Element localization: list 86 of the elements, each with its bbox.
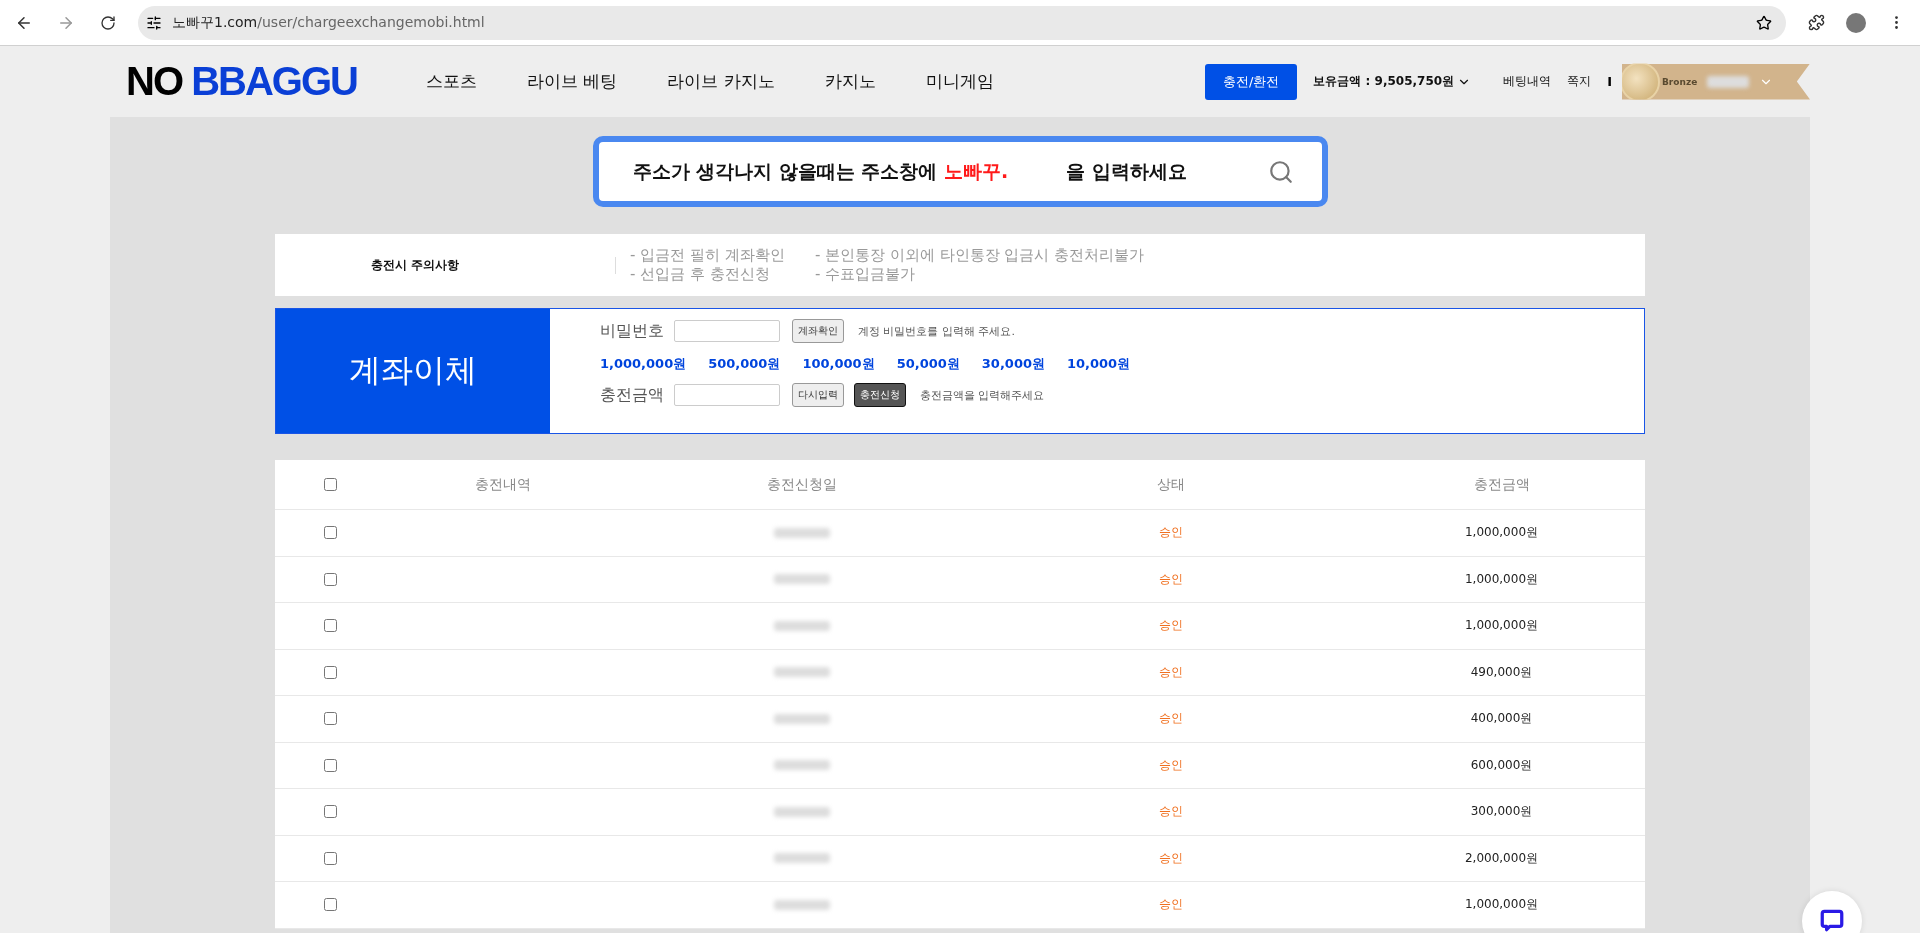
- amount-option[interactable]: 500,000원: [708, 355, 781, 373]
- notice-item: - 본인통장 이외에 타인통장 입금시 충전처리불가: [815, 246, 1145, 265]
- banner-text: 주소가 생각나지 않을때는 주소창에 노빠꾸. 을 입력하세요: [632, 158, 1187, 184]
- profile-avatar[interactable]: [1846, 12, 1866, 33]
- chat-button[interactable]: [1802, 891, 1862, 933]
- amount-option[interactable]: 50,000원: [896, 355, 960, 373]
- status-cell-text: 승인: [1157, 849, 1184, 867]
- status-cell-text: 승인: [1157, 710, 1184, 728]
- url-text: 노빠꾸1.com/user/chargeexchangemobi.html: [172, 13, 485, 32]
- submit-button[interactable]: 충전신청: [854, 383, 906, 407]
- row-checkbox[interactable]: [323, 665, 337, 679]
- notice-title: 충전시 주의사항: [275, 256, 616, 274]
- status-cell-text: 승인: [1157, 524, 1184, 542]
- amount-cell-text: 300,000원: [1469, 803, 1534, 821]
- amount-cell-text: 1,000,000원: [1463, 896, 1540, 914]
- password-field[interactable]: [674, 320, 780, 342]
- header-link[interactable]: 베팅내역: [1503, 73, 1552, 90]
- amount-option[interactable]: 100,000원: [802, 355, 875, 373]
- separator-text: I: [1607, 74, 1612, 89]
- nav-link[interactable]: 스포츠: [400, 70, 502, 93]
- column-header: 충전내역: [473, 475, 532, 494]
- nav-link[interactable]: 라이브 카지노: [642, 70, 800, 93]
- amount-cell-text: 400,000원: [1469, 710, 1534, 728]
- column-header: 충전신청일: [765, 475, 838, 494]
- blurred-date: [773, 853, 830, 864]
- row-checkbox[interactable]: [323, 758, 337, 772]
- amount-option[interactable]: 1,000,000원: [600, 355, 687, 373]
- status-cell-text: 승인: [1157, 896, 1184, 914]
- row-checkbox[interactable]: [323, 898, 337, 912]
- password-label: 비밀번호: [600, 320, 664, 342]
- status-cell-text: 승인: [1157, 663, 1184, 681]
- blurred-date: [773, 899, 830, 910]
- chat-bubble-icon: [1819, 908, 1845, 933]
- blurred-username: [1707, 75, 1750, 88]
- amount-field[interactable]: [674, 384, 780, 406]
- rank-ribbon[interactable]: Bronze: [1622, 63, 1810, 100]
- password-hint: 계정 비밀번호를 입력해 주세요.: [858, 323, 1015, 339]
- amount-hint: 충전금액을 입력해주세요: [920, 387, 1045, 403]
- amount-cell-text: 2,000,000원: [1463, 849, 1540, 867]
- reset-button[interactable]: 다시입력: [792, 383, 844, 407]
- status-cell-text: 승인: [1157, 617, 1184, 635]
- bookmark-star-icon[interactable]: [1756, 14, 1772, 31]
- status-cell-text: 승인: [1157, 803, 1184, 821]
- row-checkbox[interactable]: [323, 619, 337, 633]
- notice-item: - 입금전 필히 계좌확인: [630, 246, 786, 265]
- row-checkbox[interactable]: [323, 526, 337, 540]
- nav-link[interactable]: 라이브 베팅: [501, 70, 643, 93]
- amount-cell-text: 1,000,000원: [1463, 570, 1540, 588]
- row-checkbox[interactable]: [323, 572, 337, 586]
- site-logo[interactable]: NO BBAGGU: [126, 59, 357, 104]
- amount-cell-text: 600,000원: [1469, 756, 1534, 774]
- column-header: 충전금액: [1472, 475, 1531, 494]
- status-cell-text: 승인: [1157, 570, 1184, 588]
- row-checkbox[interactable]: [323, 805, 337, 819]
- address-bar[interactable]: 노빠꾸1.com/user/chargeexchangemobi.html: [138, 5, 1786, 40]
- rank-label: Bronze: [1662, 76, 1698, 87]
- amount-label: 충전금액: [600, 384, 664, 406]
- status-cell-text: 승인: [1157, 756, 1184, 774]
- amount-cell-text: 1,000,000원: [1463, 617, 1540, 635]
- charge-exchange-button[interactable]: 충전/환전: [1205, 63, 1298, 100]
- rank-medal-icon: [1620, 61, 1660, 102]
- notice-item: - 선입금 후 충전신청: [630, 265, 771, 284]
- blurred-date: [773, 667, 830, 678]
- notice-item: - 수표입금불가: [815, 265, 917, 284]
- amount-cell-text: 490,000원: [1469, 663, 1534, 681]
- transfer-title: 계좌이체: [276, 309, 550, 433]
- blurred-date: [773, 527, 830, 538]
- site-settings-icon[interactable]: [146, 14, 162, 31]
- row-checkbox[interactable]: [323, 712, 337, 726]
- blurred-date: [773, 760, 830, 771]
- select-all-checkbox[interactable]: [323, 478, 337, 491]
- blurred-date: [773, 574, 830, 585]
- blurred-date: [773, 806, 830, 817]
- blurred-date: [773, 620, 830, 631]
- blurred-date: [773, 713, 830, 724]
- search-icon: [1267, 158, 1294, 185]
- nav-link[interactable]: 미니게임: [900, 70, 1019, 93]
- amount-cell-text: 1,000,000원: [1463, 524, 1540, 542]
- amount-option[interactable]: 10,000원: [1067, 355, 1131, 373]
- row-checkbox[interactable]: [323, 851, 337, 865]
- nav-link[interactable]: 카지노: [799, 70, 901, 93]
- amount-option[interactable]: 30,000원: [981, 355, 1045, 373]
- balance-dropdown[interactable]: 보유금액 : 9,505,750원: [1313, 73, 1472, 90]
- header-link[interactable]: 쪽지: [1567, 73, 1592, 90]
- account-check-button[interactable]: 계좌확인: [792, 319, 844, 343]
- column-header: 상태: [1155, 475, 1186, 494]
